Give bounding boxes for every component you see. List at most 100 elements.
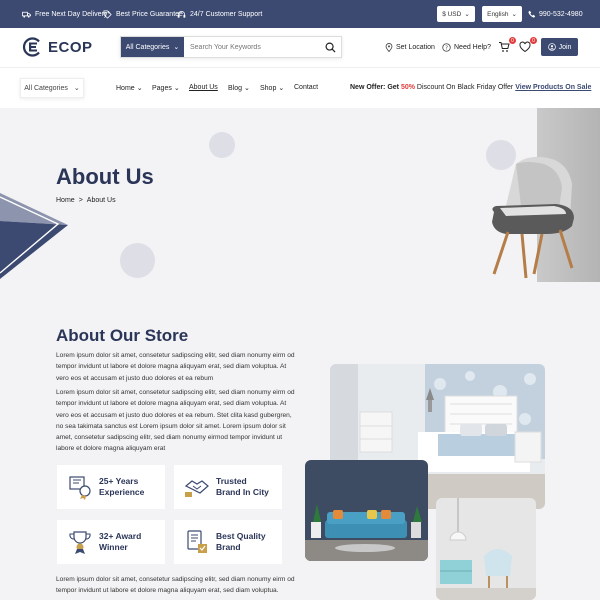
- body-paragraph: Lorem ipsum dolor sit amet, consetetur s…: [56, 389, 295, 453]
- nav-item-pages[interactable]: Pages ⌄: [152, 84, 180, 93]
- logo-text: ECOP: [48, 38, 93, 56]
- cart-button[interactable]: 0: [498, 37, 516, 54]
- nav-item-about-us[interactable]: About Us: [189, 84, 218, 91]
- intro-paragraph: Lorem ipsum dolor sit amet, consetetur s…: [56, 352, 295, 382]
- chevron-down-icon: ⌄: [73, 85, 80, 92]
- breadcrumb-current: About Us: [86, 197, 116, 204]
- nav-label: Home: [116, 84, 135, 92]
- chevron-down-icon: ⌄: [136, 85, 143, 92]
- logo[interactable]: ECOP: [22, 36, 93, 58]
- price-feature: Best Price Guarantee: [103, 10, 183, 19]
- mint-room-image: [436, 498, 536, 600]
- offer-percent: 50%: [400, 84, 415, 91]
- chevron-down-icon: ⌄: [278, 85, 285, 92]
- set-location-label: Set Location: [396, 44, 435, 51]
- all-categories-dropdown[interactable]: All Categories ⌄: [20, 78, 84, 98]
- phone-number: 990-532-4980: [539, 10, 583, 18]
- join-label: Join: [558, 43, 572, 51]
- feature-card-award: 32+ Award Winner: [57, 520, 165, 564]
- support-feature: 24/7 Customer Support: [177, 10, 262, 19]
- chevron-down-icon: ⌄: [173, 44, 180, 51]
- search-icon: [325, 42, 336, 53]
- triangle-decoration: [0, 193, 68, 279]
- offer-banner: New Offer: Get 50% Discount On Black Fri…: [350, 84, 591, 91]
- handshake-icon: [184, 480, 209, 497]
- nav-item-blog[interactable]: Blog ⌄: [228, 84, 250, 93]
- currency-select[interactable]: $ USD ⌄: [437, 6, 475, 22]
- medal-trophy-icon: [69, 476, 91, 500]
- breadcrumb-home[interactable]: Home: [56, 197, 75, 204]
- nav-item-home[interactable]: Home ⌄: [116, 84, 143, 93]
- circle-decoration: [120, 243, 155, 278]
- svg-text:?: ?: [445, 46, 448, 52]
- user-icon: [547, 43, 556, 51]
- need-help-label: Need Help?: [454, 44, 491, 51]
- chevron-down-icon: ⌄: [511, 11, 517, 18]
- language-value: English: [487, 10, 509, 18]
- search-input[interactable]: [184, 37, 319, 57]
- nav-item-shop[interactable]: Shop ⌄: [260, 84, 285, 93]
- cart-icon: [499, 42, 510, 52]
- chevron-down-icon: ⌄: [173, 85, 180, 92]
- award-icon: [69, 531, 91, 554]
- headset-icon: [177, 11, 186, 18]
- feature-label: 25+ Years Experience: [99, 476, 145, 497]
- help-icon: ?: [442, 43, 451, 52]
- page-title: About Us: [56, 164, 154, 189]
- mint-room-illustration: [436, 498, 536, 600]
- about-store-section: About Our Store Lorem ipsum dolor sit am…: [0, 282, 600, 600]
- breadcrumb: Home > About Us: [56, 197, 116, 204]
- nav-label: About Us: [189, 84, 218, 91]
- chevron-down-icon: ⌄: [464, 11, 470, 18]
- search-category-label: All Categories: [125, 43, 170, 51]
- feature-label: Trusted Brand In City: [216, 476, 269, 497]
- circle-decoration: [209, 132, 235, 158]
- main-header: ECOP All Categories ⌄ Set Location ? Nee…: [0, 28, 600, 68]
- search-bar: All Categories ⌄: [120, 36, 342, 58]
- delivery-feature: Free Next Day Delivery*: [22, 10, 110, 19]
- top-bar: Free Next Day Delivery* Best Price Guara…: [0, 0, 600, 28]
- search-button[interactable]: [319, 37, 341, 57]
- feature-card-quality: Best Quality Brand: [174, 520, 282, 564]
- heart-icon: [519, 41, 531, 53]
- closing-paragraph: Lorem ipsum dolor sit amet, consetetur s…: [56, 576, 295, 595]
- logo-mark-icon: [22, 37, 40, 57]
- feature-label: Best Quality Brand: [216, 531, 266, 552]
- wishlist-count-badge: 0: [530, 37, 537, 44]
- feature-card-experience: 25+ Years Experience: [57, 465, 165, 509]
- location-pin-icon: [385, 43, 393, 52]
- phone-link[interactable]: 990-532-4980: [528, 10, 583, 18]
- page-hero: About Us Home > About Us: [0, 108, 600, 282]
- truck-icon: [22, 11, 31, 18]
- offer-middle: Discount On Black Friday Offer: [414, 84, 516, 91]
- armchair-image: [492, 156, 574, 279]
- nav-label: Blog: [228, 84, 243, 92]
- chevron-down-icon: ⌄: [244, 85, 250, 92]
- delivery-text: Free Next Day Delivery*: [35, 11, 111, 18]
- nav-label: Contact: [294, 84, 319, 91]
- set-location-link[interactable]: Set Location: [385, 43, 435, 52]
- feature-label: 32+ Award Winner: [99, 531, 142, 552]
- breadcrumb-separator: >: [78, 197, 83, 204]
- living-room-image: [305, 460, 428, 561]
- search-category-select[interactable]: All Categories ⌄: [121, 37, 184, 57]
- price-tag-icon: [103, 10, 112, 19]
- cart-count-badge: 0: [509, 37, 516, 44]
- feature-card-trusted: Trusted Brand In City: [174, 465, 282, 509]
- currency-value: $ USD: [442, 10, 462, 18]
- join-button[interactable]: Join: [541, 38, 578, 56]
- language-select[interactable]: English ⌄: [482, 6, 522, 22]
- section-title: About Our Store: [56, 326, 189, 345]
- phone-icon: [528, 10, 536, 18]
- quality-certificate-icon: [187, 530, 207, 553]
- price-text: Best Price Guarantee: [116, 11, 183, 18]
- nav-item-contact[interactable]: Contact: [294, 84, 318, 91]
- need-help-link[interactable]: ? Need Help?: [442, 43, 491, 52]
- nav-bar: All Categories ⌄ Home ⌄ Pages ⌄ About Us B…: [0, 68, 600, 108]
- nav-label: Pages: [152, 84, 172, 92]
- all-categories-label: All Categories: [24, 84, 68, 92]
- view-products-link[interactable]: View Products On Sale: [515, 84, 591, 91]
- nav-label: Shop: [260, 84, 277, 92]
- offer-prefix: New Offer: Get: [350, 84, 401, 91]
- wishlist-button[interactable]: 0: [519, 37, 537, 54]
